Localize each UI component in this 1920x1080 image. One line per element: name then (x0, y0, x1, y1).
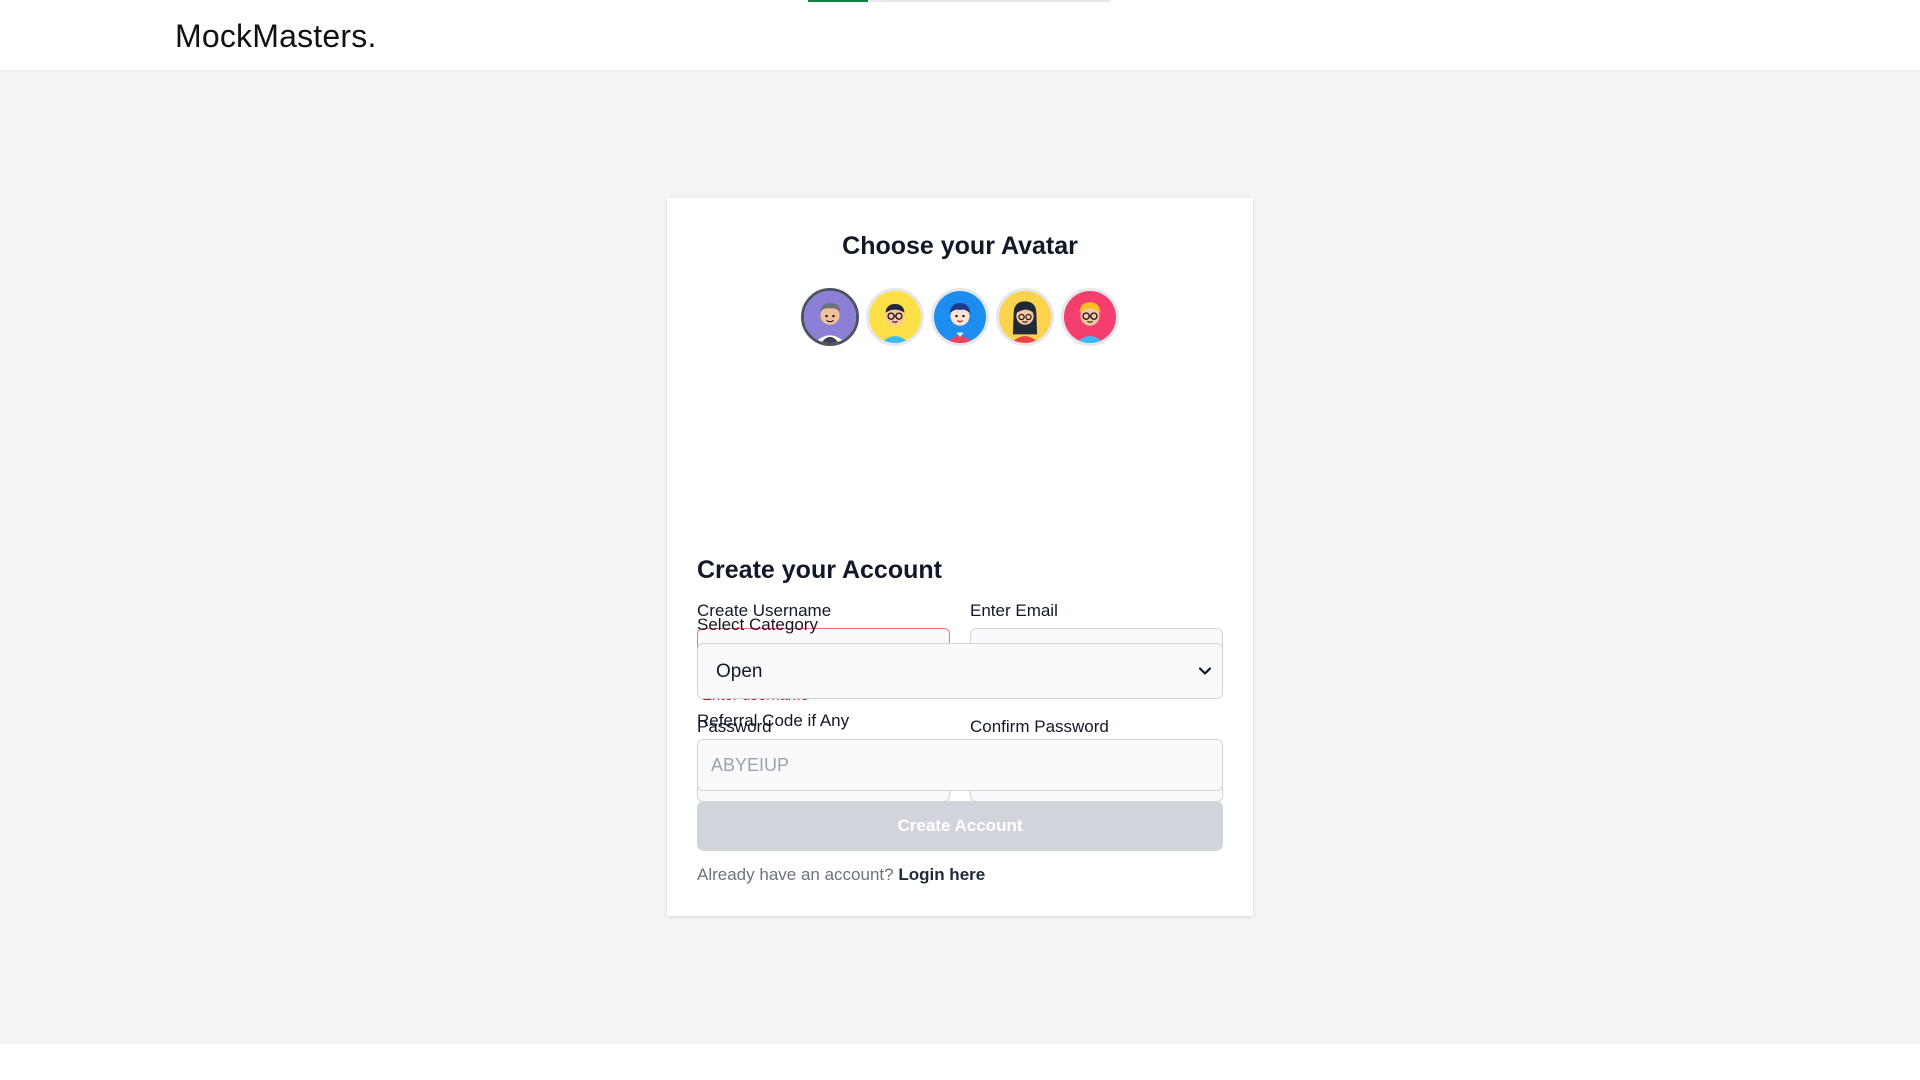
avatar-option-1[interactable] (801, 288, 859, 346)
create-account-button[interactable]: Create Account (697, 801, 1223, 851)
login-prompt-text: Already have an account? (697, 865, 894, 884)
category-select[interactable]: Open (697, 643, 1223, 699)
category-label: Select Category (697, 615, 818, 634)
avatar-man-gray-hair-icon (804, 291, 856, 343)
avatar-blue-boy-icon (934, 291, 986, 343)
avatar-option-4[interactable] (996, 288, 1054, 346)
chevron-down-icon (1198, 667, 1212, 675)
top-header: MockMasters. (0, 0, 1920, 71)
avatar-option-2[interactable] (866, 288, 924, 346)
avatar-blonde-glasses-icon (1064, 291, 1116, 343)
referral-label: Referral Code if Any (697, 711, 850, 730)
progress-bar-fill (808, 0, 869, 2)
brand-logo[interactable]: MockMasters. (175, 18, 377, 55)
login-prompt: Already have an account? Login here (697, 865, 985, 885)
login-link[interactable]: Login here (898, 865, 985, 884)
referral-code-input[interactable] (697, 739, 1223, 791)
avatar-picker (667, 288, 1253, 346)
avatar-section-title: Choose your Avatar (842, 232, 1078, 260)
avatar-girl-glasses-icon (999, 291, 1051, 343)
avatar-option-3[interactable] (931, 288, 989, 346)
category-select-value: Open (716, 661, 763, 682)
avatar-glasses-boy-icon (869, 291, 921, 343)
avatar-option-5[interactable] (1061, 288, 1119, 346)
progress-bar (808, 0, 1110, 2)
